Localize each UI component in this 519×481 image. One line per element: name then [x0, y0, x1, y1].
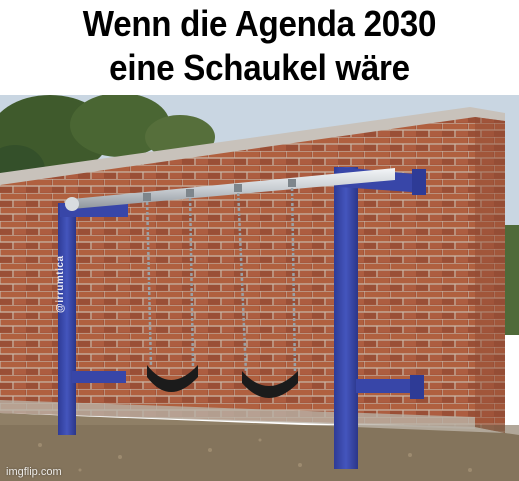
swing-photo: @irrumtica imgflip.com	[0, 95, 519, 481]
swing-right-post	[334, 167, 358, 469]
meme-caption: Wenn die Agenda 2030 eine Schaukel wäre	[21, 2, 498, 90]
caption-line-1: Wenn die Agenda 2030	[82, 3, 437, 44]
swing-left-post	[58, 203, 76, 435]
caption-line-2: eine Schaukel wäre	[109, 47, 410, 88]
post-watermark: @irrumtica	[55, 255, 66, 313]
site-watermark: imgflip.com	[6, 466, 62, 478]
meme-container: Wenn die Agenda 2030 eine Schaukel wäre	[0, 0, 519, 481]
